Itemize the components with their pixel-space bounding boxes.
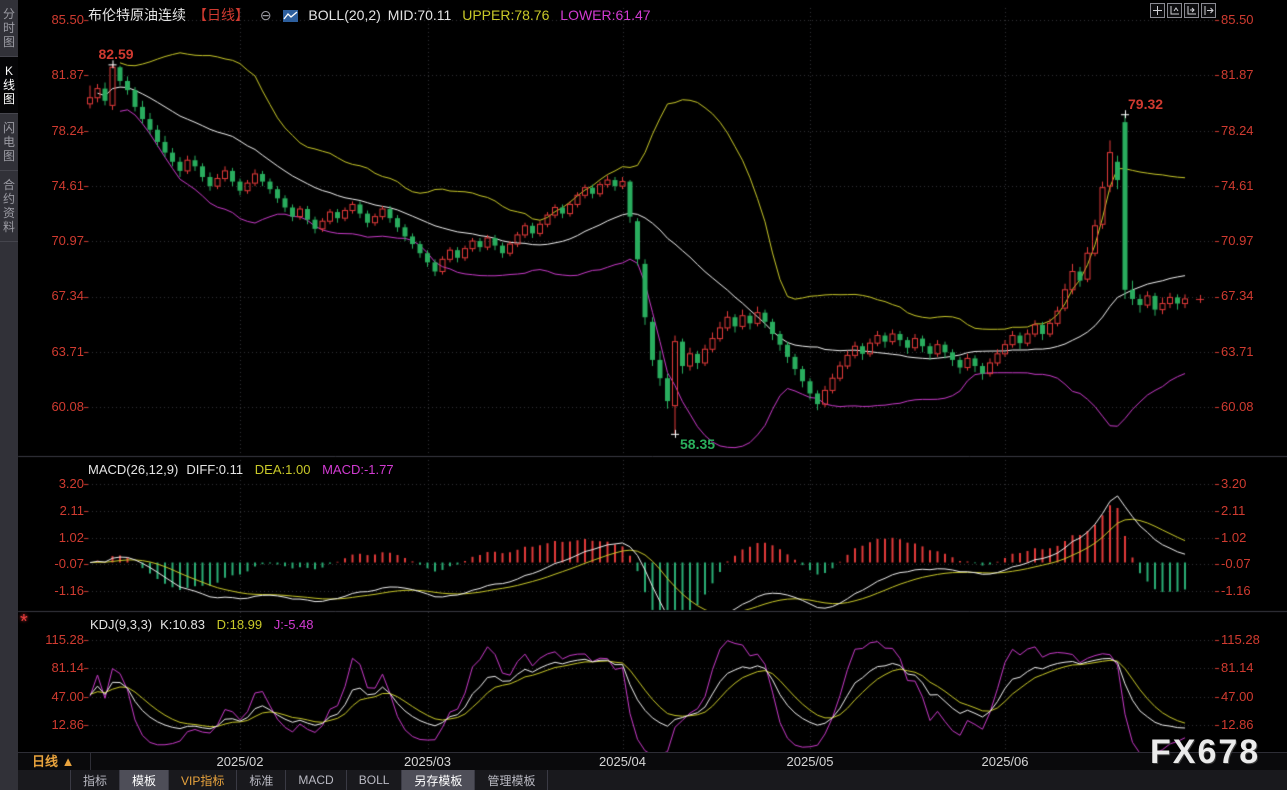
sidebar-tab[interactable]: K线图: [0, 57, 18, 114]
sidebar-tab[interactable]: 分时图: [0, 0, 18, 57]
indicator-toolbar: 指标模板VIP指标标准MACDBOLL另存模板管理模板: [18, 770, 1287, 790]
kdj-axis-label: 115.28: [1221, 633, 1281, 647]
price-annotation: 82.59: [99, 46, 134, 62]
month-label: 2025/04: [599, 753, 646, 770]
price-axis-label: 81.87: [1221, 68, 1281, 82]
chart-header: 布伦特原油连续【日线】 ⊖ BOLL(20,2) MID:70.11 UPPER:…: [88, 5, 658, 25]
macd-axis-label: 2.11: [1221, 504, 1281, 518]
macd-axis-label: -1.16: [1221, 584, 1281, 598]
macd-axis-label: -0.07: [1221, 557, 1281, 571]
macd-macd-value: MACD:-1.77: [322, 462, 394, 477]
kdj-axis-right: 115.28 81.14 47.00 12.86: [1221, 633, 1281, 732]
kdj-axis-left: 115.28 81.14 47.00 12.86: [24, 633, 84, 732]
month-label: 2025/05: [787, 753, 834, 770]
period-badge: 【日线】: [193, 7, 249, 23]
kdj-axis-label: 12.86: [1221, 718, 1281, 732]
chart-tools: [1150, 3, 1216, 18]
price-axis-right: 85.50 81.87 78.24 74.61 70.97 67.34 63.71 60.08: [1221, 13, 1281, 414]
toolbar-tab[interactable]: 管理模板: [475, 770, 548, 790]
price-axis-label: 60.08: [1221, 400, 1281, 414]
price-axis-label: 67.34: [1221, 289, 1281, 303]
trading-app-window: 分时图K线图闪电图合约资料 布伦特原油连续【日线】 ⊖ BOLL(20,2) MI…: [0, 0, 1287, 790]
symbol-name: 布伦特原油连续: [88, 7, 186, 23]
kdj-k-value: K:10.83: [160, 617, 205, 632]
toolbar-tab[interactable]: MACD: [286, 770, 346, 790]
macd-axis-label: 1.02: [24, 531, 84, 545]
month-label: 2025/03: [404, 753, 451, 770]
alert-icon[interactable]: *: [20, 612, 28, 632]
indicator-chart-icon: [283, 9, 298, 25]
sidebar-tab[interactable]: 闪电图: [0, 114, 18, 171]
macd-axis-right: 3.20 2.11 1.02 -0.07 -1.16: [1221, 477, 1281, 598]
price-axis-label: 78.24: [24, 124, 84, 138]
pan-axis-icon[interactable]: [1184, 3, 1199, 18]
boll-upper-value: UPPER:78.76: [462, 7, 549, 23]
toolbar-spacer: [18, 770, 71, 790]
boll-label: BOLL(20,2): [308, 7, 380, 23]
kdj-axis-label: 81.14: [1221, 661, 1281, 675]
month-label: 2025/06: [982, 753, 1029, 770]
kdj-name: KDJ(9,3,3): [90, 617, 152, 632]
time-axis: 日线 ▲ 2025/02 2025/03 2025/04 2025/05 2025/06: [18, 752, 1287, 772]
price-annotation: 58.35: [680, 436, 715, 452]
price-axis-left: 85.50 81.87 78.24 74.61 70.97 67.34 63.71 60.08: [24, 13, 84, 414]
macd-axis-label: 2.11: [24, 504, 84, 518]
sidebar-tab[interactable]: 合约资料: [0, 171, 18, 242]
macd-header: MACD(26,12,9) DIFF:0.11 DEA:1.00 MACD:-1.…: [88, 462, 402, 477]
chart-canvas[interactable]: [0, 0, 1287, 790]
collapse-icon[interactable]: ⊖: [260, 7, 272, 23]
macd-name: MACD(26,12,9): [88, 462, 178, 477]
boll-lower-value: LOWER:61.47: [560, 7, 650, 23]
kdj-axis-label: 81.14: [24, 661, 84, 675]
macd-axis-label: -0.07: [24, 557, 84, 571]
price-axis-label: 70.97: [1221, 234, 1281, 248]
price-annotation: 79.32: [1128, 96, 1163, 112]
scale-axis-icon[interactable]: [1167, 3, 1182, 18]
macd-axis-label: 3.20: [1221, 477, 1281, 491]
price-axis-label: 67.34: [24, 289, 84, 303]
macd-dea-value: DEA:1.00: [255, 462, 311, 477]
price-axis-label: 85.50: [1221, 13, 1281, 27]
macd-diff-value: DIFF:0.11: [186, 462, 243, 477]
price-axis-label: 60.08: [24, 400, 84, 414]
period-selector[interactable]: 日线 ▲: [32, 753, 75, 770]
kdj-header: KDJ(9,3,3) K:10.83 D:18.99 J:-5.48: [90, 617, 322, 632]
toolbar-tab[interactable]: 标准: [237, 770, 286, 790]
export-right-icon[interactable]: [1201, 3, 1216, 18]
kdj-d-value: D:18.99: [217, 617, 263, 632]
watermark: FX678: [1150, 733, 1260, 772]
price-axis-label: 85.50: [24, 13, 84, 27]
macd-axis-label: 3.20: [24, 477, 84, 491]
kdj-axis-label: 115.28: [24, 633, 84, 647]
crosshair-icon[interactable]: [1150, 3, 1165, 18]
kdj-axis-label: 12.86: [24, 718, 84, 732]
macd-axis-left: 3.20 2.11 1.02 -0.07 -1.16: [24, 477, 84, 598]
macd-axis-label: -1.16: [24, 584, 84, 598]
price-axis-label: 74.61: [1221, 179, 1281, 193]
toolbar-tab[interactable]: 另存模板: [402, 770, 475, 790]
price-axis-label: 78.24: [1221, 124, 1281, 138]
divider: [90, 753, 91, 770]
price-axis-label: 74.61: [24, 179, 84, 193]
price-axis-label: 70.97: [24, 234, 84, 248]
chart-type-sidebar: 分时图K线图闪电图合约资料: [0, 0, 18, 790]
price-axis-label: 63.71: [24, 345, 84, 359]
toolbar-tab[interactable]: BOLL: [347, 770, 403, 790]
kdj-axis-label: 47.00: [1221, 690, 1281, 704]
kdj-axis-label: 47.00: [24, 690, 84, 704]
price-axis-label: 81.87: [24, 68, 84, 82]
boll-mid-value: MID:70.11: [388, 7, 452, 23]
kdj-j-value: J:-5.48: [274, 617, 314, 632]
macd-axis-label: 1.02: [1221, 531, 1281, 545]
toolbar-tab[interactable]: 模板: [120, 770, 169, 790]
price-axis-label: 63.71: [1221, 345, 1281, 359]
toolbar-tab[interactable]: 指标: [71, 770, 120, 790]
toolbar-tab[interactable]: VIP指标: [169, 770, 237, 790]
month-label: 2025/02: [217, 753, 264, 770]
